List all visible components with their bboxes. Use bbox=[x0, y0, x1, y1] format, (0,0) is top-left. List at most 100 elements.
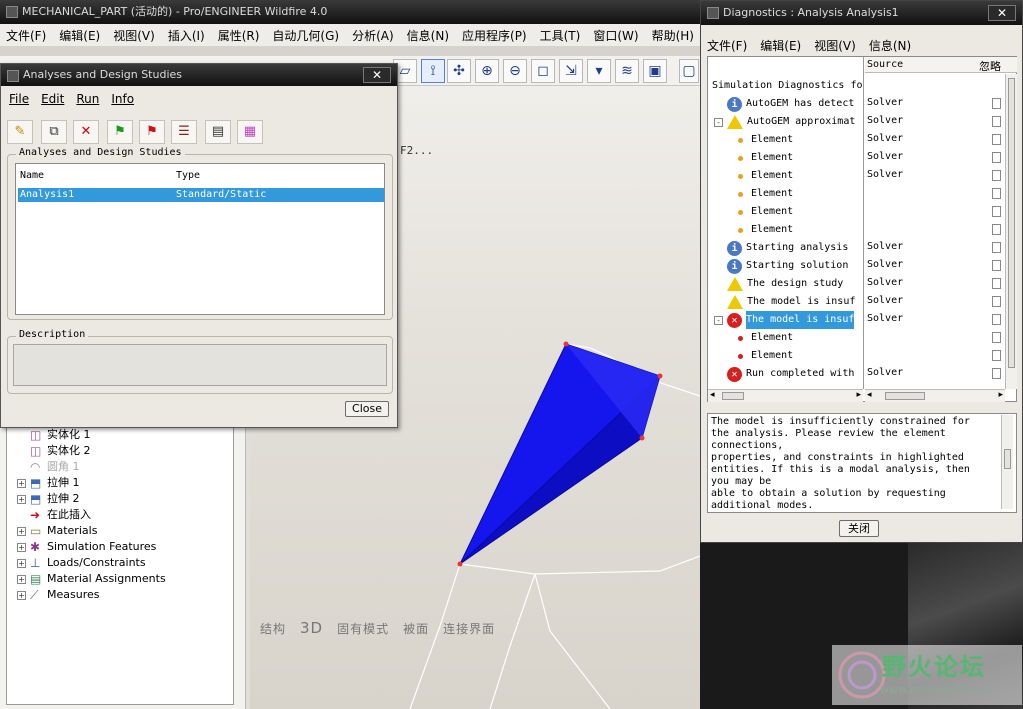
ignore-checkbox[interactable] bbox=[992, 134, 1001, 145]
pane-divider[interactable] bbox=[863, 57, 864, 389]
close-button[interactable]: Close bbox=[345, 401, 389, 417]
menu-item[interactable]: 视图(V) bbox=[814, 37, 856, 54]
collapse-icon[interactable]: - bbox=[714, 117, 723, 127]
expand-icon[interactable]: + bbox=[17, 574, 26, 584]
analysis-row[interactable]: Analysis1 Standard/Static bbox=[18, 188, 384, 202]
reorient-icon[interactable]: ⇲ bbox=[559, 59, 583, 83]
expand-icon[interactable]: + bbox=[17, 542, 26, 552]
menu-item[interactable]: 自动几何(G) bbox=[272, 27, 339, 44]
refit-icon[interactable]: ◻ bbox=[531, 59, 555, 83]
menu-item[interactable]: 编辑(E) bbox=[760, 37, 801, 54]
menu-item[interactable]: 工具(T) bbox=[540, 27, 581, 44]
diagnostic-row[interactable]: i Starting solution bbox=[714, 257, 848, 275]
ignore-checkbox[interactable] bbox=[992, 170, 1001, 181]
ignore-checkbox[interactable] bbox=[992, 98, 1001, 109]
diagnostic-row[interactable]: i AutoGEM has detect bbox=[714, 95, 854, 113]
ignore-checkbox[interactable] bbox=[992, 332, 1001, 343]
diagnostic-row[interactable]: i Starting analysis bbox=[714, 239, 848, 257]
review-results-icon[interactable]: ▤ bbox=[205, 120, 231, 144]
ignore-checkbox[interactable] bbox=[992, 278, 1001, 289]
ignore-checkbox[interactable] bbox=[992, 296, 1001, 307]
menu-item[interactable]: Info bbox=[111, 92, 134, 106]
expand-icon[interactable]: + bbox=[17, 590, 26, 600]
tree-item[interactable]: + ⬒ 拉伸 1 bbox=[17, 475, 80, 491]
expand-icon[interactable]: + bbox=[17, 494, 26, 504]
tree-root[interactable]: Simulation Diagnostics fo bbox=[712, 77, 863, 95]
datum-axis-icon[interactable]: ⟟ bbox=[421, 59, 445, 83]
expand-icon[interactable]: + bbox=[17, 526, 26, 536]
description-field[interactable] bbox=[13, 344, 387, 386]
edit-pencil-icon[interactable]: ✎ bbox=[7, 120, 33, 144]
tree-hscrollbar[interactable]: ◂ ▸ bbox=[708, 389, 863, 402]
diagnostic-row[interactable]: The model is insuf bbox=[714, 293, 855, 311]
tree-item[interactable]: + ▭ Materials bbox=[17, 523, 97, 539]
diagnostic-row[interactable]: Element bbox=[738, 221, 793, 239]
menu-item[interactable]: 窗口(W) bbox=[593, 27, 638, 44]
menu-item[interactable]: 帮助(H) bbox=[652, 27, 694, 44]
ignore-checkbox[interactable] bbox=[992, 260, 1001, 271]
diagnostic-row[interactable]: Element bbox=[738, 149, 793, 167]
status-list-icon[interactable]: ☰ bbox=[171, 120, 197, 144]
diagnostic-row[interactable]: The design study bbox=[714, 275, 843, 293]
saved-views-icon[interactable]: ▾ bbox=[587, 59, 611, 83]
spin-center-icon[interactable]: ✣ bbox=[447, 59, 471, 83]
scroll-right-icon[interactable]: ▸ bbox=[998, 390, 1003, 400]
ignore-checkbox[interactable] bbox=[992, 368, 1001, 379]
layers-icon[interactable]: ≋ bbox=[615, 59, 639, 83]
analyses-close-x-button[interactable]: ✕ bbox=[363, 67, 391, 83]
ignore-checkbox[interactable] bbox=[992, 314, 1001, 325]
diagnostic-row[interactable]: Element bbox=[738, 185, 793, 203]
ignore-checkbox[interactable] bbox=[992, 350, 1001, 361]
tree-item[interactable]: ◫ 实体化 1 bbox=[17, 427, 91, 443]
scroll-thumb[interactable] bbox=[885, 392, 925, 400]
menu-item[interactable]: 文件(F) bbox=[6, 27, 46, 44]
ignore-checkbox[interactable] bbox=[992, 188, 1001, 199]
delete-icon[interactable]: ✕ bbox=[73, 120, 99, 144]
menu-item[interactable]: 信息(N) bbox=[869, 37, 911, 54]
close-button[interactable]: 关闭 bbox=[839, 520, 879, 537]
menu-item[interactable]: 属性(R) bbox=[218, 27, 260, 44]
collapse-icon[interactable]: - bbox=[714, 315, 723, 325]
ignore-checkbox[interactable] bbox=[992, 116, 1001, 127]
tree-item[interactable]: + ⬒ 拉伸 2 bbox=[17, 491, 80, 507]
menu-item[interactable]: 视图(V) bbox=[113, 27, 155, 44]
source-hscrollbar[interactable]: ◂ ▸ bbox=[865, 389, 1005, 402]
scroll-left-icon[interactable]: ◂ bbox=[710, 390, 715, 400]
scroll-left-icon[interactable]: ◂ bbox=[867, 390, 872, 400]
zoom-in-icon[interactable]: ⊕ bbox=[475, 59, 499, 83]
diagnostic-row[interactable]: Element bbox=[738, 203, 793, 221]
tree-item[interactable]: + ⟋ Measures bbox=[17, 587, 99, 603]
diagnostic-row[interactable]: Element bbox=[738, 329, 793, 347]
tree-item[interactable]: ➜ 在此插入 bbox=[17, 507, 91, 523]
menu-item[interactable]: 分析(A) bbox=[352, 27, 394, 44]
diagnostic-row[interactable]: ✕ Run completed with bbox=[714, 365, 854, 383]
scroll-right-icon[interactable]: ▸ bbox=[856, 390, 861, 400]
menu-item[interactable]: 文件(F) bbox=[707, 37, 747, 54]
menu-item[interactable]: 应用程序(P) bbox=[462, 27, 527, 44]
scroll-thumb[interactable] bbox=[722, 392, 744, 400]
message-vscrollbar[interactable] bbox=[1001, 415, 1013, 509]
results-plot-icon[interactable]: ▦ bbox=[237, 120, 263, 144]
scroll-thumb[interactable] bbox=[1008, 78, 1015, 368]
ignore-checkbox[interactable] bbox=[992, 206, 1001, 217]
start-run-flag-icon[interactable]: ⚑ bbox=[107, 120, 133, 144]
stop-run-flag-icon[interactable]: ⚑ bbox=[139, 120, 165, 144]
menu-item[interactable]: 信息(N) bbox=[407, 27, 449, 44]
menu-item[interactable]: Run bbox=[76, 92, 99, 106]
diagnostic-row[interactable]: Element bbox=[738, 347, 793, 365]
expand-icon[interactable]: + bbox=[17, 558, 26, 568]
diagnostic-row[interactable]: Element bbox=[738, 131, 793, 149]
ignore-checkbox[interactable] bbox=[992, 224, 1001, 235]
tree-item[interactable]: + ⊥ Loads/Constraints bbox=[17, 555, 146, 571]
copy-icon[interactable]: ⧉ bbox=[41, 120, 67, 144]
expand-icon[interactable]: + bbox=[17, 478, 26, 488]
zoom-out-icon[interactable]: ⊖ bbox=[503, 59, 527, 83]
menu-item[interactable]: File bbox=[9, 92, 29, 106]
diagnostic-row[interactable]: - AutoGEM approximat bbox=[714, 113, 855, 131]
menu-item[interactable]: Edit bbox=[41, 92, 64, 106]
menu-item[interactable]: 编辑(E) bbox=[59, 27, 100, 44]
tree-item[interactable]: ◠ 圆角 1 bbox=[17, 459, 80, 475]
diagnostic-row[interactable]: - ✕ The model is insuf bbox=[714, 311, 855, 329]
menu-item[interactable]: 插入(I) bbox=[168, 27, 205, 44]
tree-item[interactable]: + ▤ Material Assignments bbox=[17, 571, 166, 587]
